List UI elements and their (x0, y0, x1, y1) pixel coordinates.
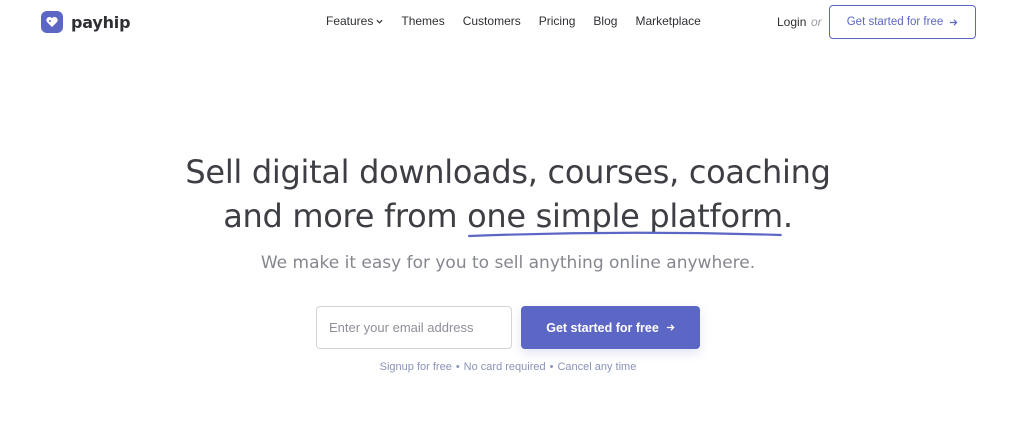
nav-item-customers[interactable]: Customers (463, 14, 521, 28)
nav-item-blog[interactable]: Blog (593, 14, 617, 28)
email-input[interactable] (316, 306, 512, 349)
or-separator: or (811, 15, 822, 29)
hero-headline: Sell digital downloads, courses, coachin… (0, 150, 1016, 238)
hero-subheadline: We make it easy for you to sell anything… (260, 253, 756, 273)
heart-tag-icon (41, 11, 63, 33)
nav-item-label: Customers (462, 14, 521, 28)
highlight-underline (468, 231, 782, 238)
nav-item-label: Themes (401, 14, 445, 28)
headline-line-2-prefix: and more from (223, 197, 468, 235)
payhip-logo[interactable]: payhip (41, 11, 131, 33)
brand-name: payhip (71, 12, 131, 32)
nav-item-features[interactable]: Features (326, 14, 383, 28)
headline-line-1: Sell digital downloads, courses, coachin… (185, 153, 831, 191)
nav-item-label: Marketplace (635, 14, 701, 28)
signup-fine-print: Signup for free • No card required • Cancel … (0, 361, 1016, 373)
fine-print-item: Signup for free (379, 361, 452, 373)
hero-cta-label: Get started for free (546, 320, 659, 335)
header-get-started-button[interactable]: Get started for free (829, 5, 976, 39)
main-nav: Features Themes Customers Pricing Blog M… (326, 14, 701, 28)
fine-print-item: Cancel any time (557, 361, 637, 373)
hero-get-started-button[interactable]: Get started for free (521, 306, 700, 349)
bullet-separator: • (455, 361, 460, 373)
fine-print-item: No card required (463, 361, 546, 373)
headline-suffix: . (782, 197, 793, 235)
site-header: payhip Features Themes Customers Pricing… (0, 0, 1024, 44)
nav-item-label: Features (326, 14, 374, 28)
arrow-right-icon (666, 324, 675, 331)
nav-item-pricing[interactable]: Pricing (539, 14, 576, 28)
nav-item-label: Blog (593, 14, 618, 28)
chevron-down-icon (376, 19, 383, 24)
nav-item-themes[interactable]: Themes (401, 14, 444, 28)
nav-item-label: Pricing (538, 14, 576, 28)
header-cta-label: Get started for free (846, 16, 944, 28)
arrow-right-icon (950, 18, 958, 26)
headline-line-2: and more from one simple platform. (0, 194, 1016, 238)
headline-highlight-wrap: one simple platform (467, 194, 783, 238)
login-link[interactable]: Login (777, 15, 806, 29)
bullet-separator: • (549, 361, 554, 373)
nav-item-marketplace[interactable]: Marketplace (635, 14, 700, 28)
